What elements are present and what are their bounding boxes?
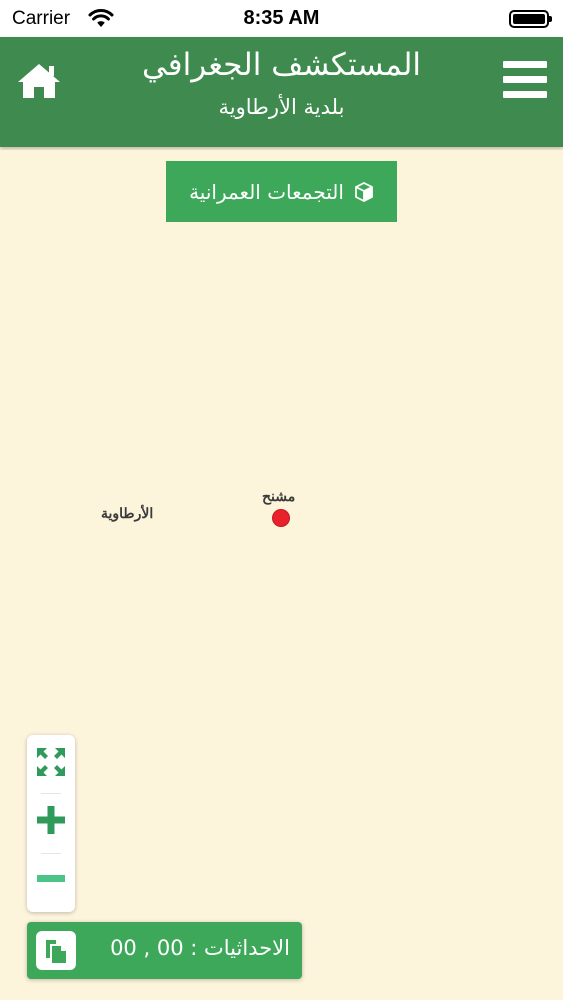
page-subtitle: بلدية الأرطاوية — [218, 95, 345, 119]
status-bar: Carrier 8:35 AM — [0, 0, 563, 37]
map-marker[interactable] — [272, 509, 290, 527]
plus-icon — [37, 806, 65, 834]
menu-button[interactable] — [503, 61, 547, 99]
map-view[interactable] — [0, 150, 563, 1000]
map-label-mashnah: مشنح — [262, 489, 296, 505]
zoom-out-button[interactable] — [27, 854, 75, 904]
urban-clusters-button[interactable]: التجمعات العمرانية — [166, 161, 397, 222]
copy-coordinates-button[interactable] — [36, 931, 76, 970]
copy-icon — [46, 939, 66, 963]
fullscreen-button[interactable] — [27, 737, 75, 787]
status-time: 8:35 AM — [243, 7, 320, 29]
hamburger-menu-icon — [503, 76, 547, 83]
minus-icon — [37, 875, 65, 882]
zoom-divider — [41, 793, 61, 794]
expand-arrows-icon — [37, 748, 65, 776]
coordinates-readout: الاحداثيات : 00 , 00 — [110, 936, 290, 960]
cube-icon — [355, 181, 373, 202]
page-title: المستكشف الجغرافي — [141, 47, 422, 83]
zoom-control — [27, 735, 75, 912]
urban-clusters-label: التجمعات العمرانية — [189, 179, 344, 204]
hamburger-menu-icon — [503, 61, 547, 68]
map-label-artawiya: الأرطاوية — [101, 506, 154, 522]
coordinates-bar: الاحداثيات : 00 , 00 — [27, 922, 302, 979]
app-header: المستكشف الجغرافي بلدية الأرطاوية — [0, 37, 563, 147]
zoom-in-button[interactable] — [27, 795, 75, 845]
battery-icon — [509, 10, 552, 28]
hamburger-menu-icon — [503, 91, 547, 98]
